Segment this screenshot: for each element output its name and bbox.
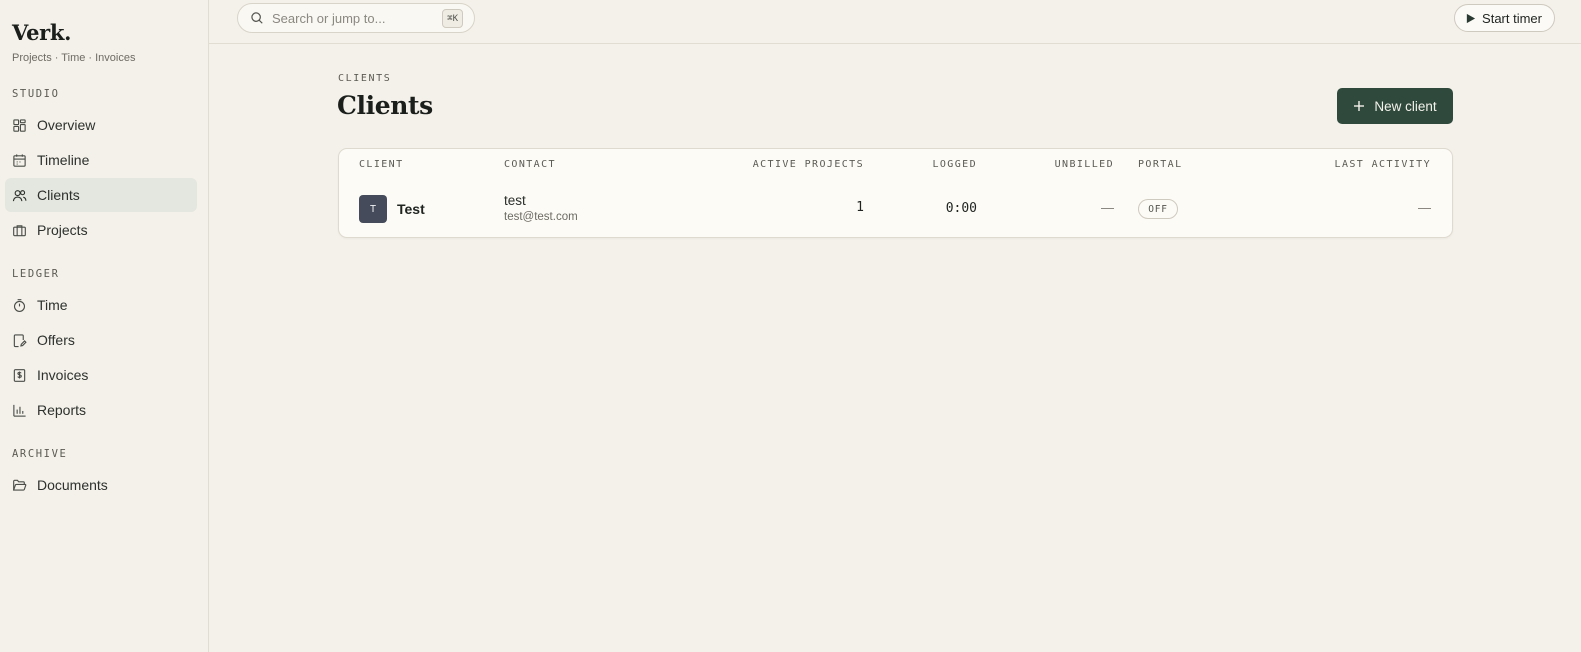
avatar: T [359, 195, 387, 223]
new-client-button[interactable]: New client [1337, 88, 1453, 124]
start-timer-label: Start timer [1482, 10, 1542, 26]
search-shortcut-badge: ⌘K [442, 9, 463, 28]
calendar-icon [12, 153, 27, 168]
column-header-contact[interactable]: CONTACT [504, 159, 556, 170]
new-client-label: New client [1374, 98, 1437, 114]
topbar: ⌘K Start timer [209, 0, 1581, 44]
sidebar-item-label: Offers [37, 332, 75, 348]
document-edit-icon [12, 333, 27, 348]
sidebar-item-projects[interactable]: Projects [5, 213, 197, 247]
column-header-client[interactable]: CLIENT [359, 159, 404, 170]
column-header-logged[interactable]: LOGGED [932, 159, 977, 170]
page-eyebrow: CLIENTS [338, 73, 392, 84]
sidebar-item-timeline[interactable]: Timeline [5, 143, 197, 177]
section-label-ledger: LEDGER [12, 268, 60, 280]
bar-chart-icon [12, 403, 27, 418]
search-icon [250, 11, 264, 25]
sidebar-item-label: Invoices [37, 367, 89, 383]
sidebar-item-label: Projects [37, 222, 88, 238]
sidebar-item-reports[interactable]: Reports [5, 393, 197, 427]
sidebar-item-label: Overview [37, 117, 96, 133]
brand-logo[interactable]: Verk. [12, 20, 71, 45]
sidebar-item-label: Time [37, 297, 68, 313]
sidebar-item-invoices[interactable]: Invoices [5, 358, 197, 392]
client-name-link[interactable]: Test [397, 201, 425, 217]
portal-status-badge[interactable]: OFF [1138, 199, 1178, 219]
start-timer-button[interactable]: Start timer [1454, 4, 1555, 32]
sidebar-item-clients[interactable]: Clients [5, 178, 197, 212]
page-title: Clients [337, 91, 433, 120]
clients-table: CLIENT CONTACT ACTIVE PROJECTS LOGGED UN… [338, 148, 1453, 238]
plus-icon [1353, 100, 1365, 112]
briefcase-icon [12, 223, 27, 238]
brand-subtitle: Projects · Time · Invoices [12, 52, 136, 64]
sidebar-item-time[interactable]: Time [5, 288, 197, 322]
sidebar-item-label: Clients [37, 187, 80, 203]
sidebar-item-label: Documents [37, 477, 108, 493]
play-icon [1465, 13, 1476, 24]
section-label-studio: STUDIO [12, 88, 60, 100]
stopwatch-icon [12, 298, 27, 313]
sidebar: Verk. Projects · Time · Invoices STUDIO … [0, 0, 209, 652]
sidebar-item-offers[interactable]: Offers [5, 323, 197, 357]
sidebar-item-documents[interactable]: Documents [5, 468, 197, 502]
column-header-active-projects[interactable]: ACTIVE PROJECTS [753, 159, 864, 170]
search-input[interactable] [272, 10, 432, 26]
users-icon [12, 188, 27, 203]
last-activity: — [1418, 200, 1431, 215]
column-header-unbilled[interactable]: UNBILLED [1055, 159, 1114, 170]
unbilled-amount: — [1101, 200, 1114, 215]
folder-open-icon [12, 478, 27, 493]
sidebar-item-overview[interactable]: Overview [5, 108, 197, 142]
section-label-archive: ARCHIVE [12, 448, 68, 460]
column-header-portal[interactable]: PORTAL [1138, 159, 1183, 170]
dollar-receipt-icon [12, 368, 27, 383]
contact-name: test [504, 193, 526, 208]
grid-icon [12, 118, 27, 133]
column-header-last-activity[interactable]: LAST ACTIVITY [1335, 159, 1431, 170]
sidebar-item-label: Timeline [37, 152, 90, 168]
logged-time: 0:00 [945, 201, 977, 216]
active-projects-count: 1 [856, 200, 864, 215]
sidebar-item-label: Reports [37, 402, 87, 418]
search-box[interactable]: ⌘K [237, 3, 475, 33]
contact-email: test@test.com [504, 211, 578, 223]
